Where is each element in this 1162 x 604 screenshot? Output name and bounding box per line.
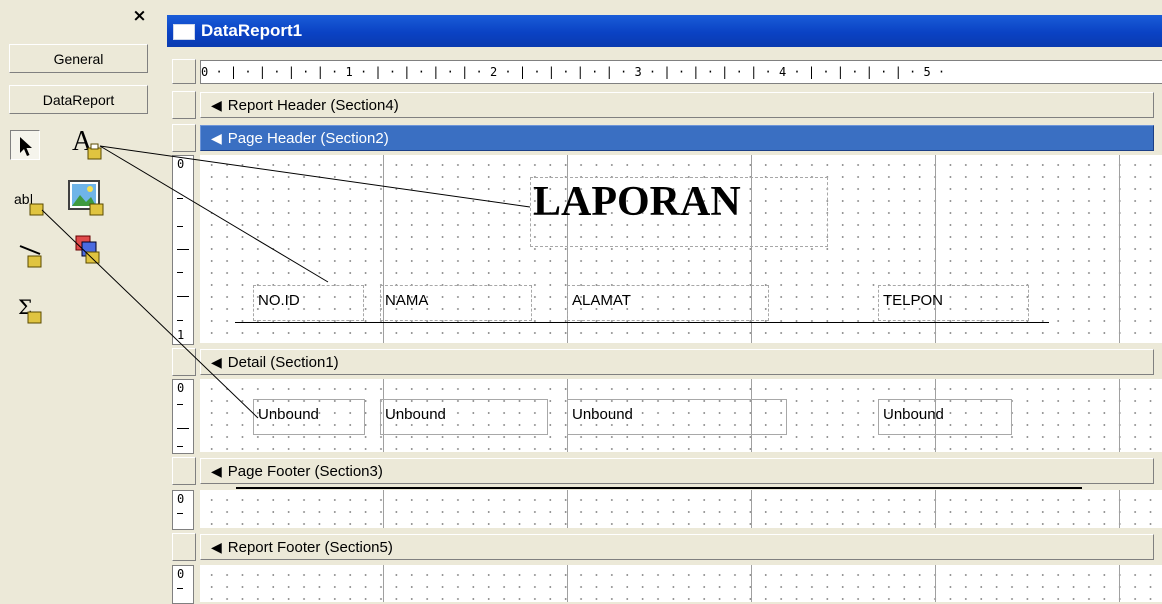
tab-datareport[interactable]: DataReport (9, 85, 148, 114)
detail-body[interactable]: Unbound Unbound Unbound Unbound (200, 379, 1162, 452)
section-arrow-icon: ◀ (211, 130, 222, 146)
datareport-designer: DataReport1 0 · | · | · | · | · 1 · | · … (162, 0, 1162, 604)
report-footer-body[interactable] (200, 565, 1162, 602)
section-arrow-icon: ◀ (211, 97, 222, 113)
section-handle[interactable] (172, 348, 196, 376)
window-title: DataReport1 (201, 21, 303, 40)
section-arrow-icon: ◀ (211, 463, 222, 479)
section-title: Page Header (Section2) (227, 130, 389, 147)
detail-field-telpon[interactable]: Unbound (878, 399, 1012, 435)
report-title-label[interactable]: LAPORAN (530, 177, 828, 247)
column-label-alamat[interactable]: ALAMAT (567, 285, 769, 321)
column-label-text: ALAMAT (572, 292, 631, 309)
section-bar-page-footer[interactable]: ◀ Page Footer (Section3) (200, 458, 1154, 484)
column-label-telpon[interactable]: TELPON (878, 285, 1029, 321)
ruler-corner (172, 59, 196, 84)
section-bar-page-header[interactable]: ◀ Page Header (Section2) (200, 125, 1154, 151)
vertical-ruler-page-footer: 0 (172, 490, 194, 530)
detail-field-alamat[interactable]: Unbound (567, 399, 787, 435)
vruler-zero: 0 (177, 492, 185, 506)
section-title: Report Footer (Section5) (227, 539, 393, 556)
vruler-one: 1 (177, 328, 185, 342)
header-underline[interactable] (235, 322, 1049, 323)
section-report-footer: ◀ Report Footer (Section5) (172, 533, 1162, 561)
section-handle[interactable] (172, 124, 196, 152)
detail-field-nama[interactable]: Unbound (380, 399, 548, 435)
field-text: Unbound (385, 406, 446, 423)
image-tool-icon[interactable] (66, 178, 110, 218)
section-report-header: ◀ Report Header (Section4) (172, 91, 1162, 119)
datareport-window-icon (173, 24, 195, 40)
column-label-nama[interactable]: NAMA (380, 285, 532, 321)
field-text: Unbound (883, 406, 944, 423)
close-icon[interactable]: × (131, 8, 148, 25)
detail-field-noid[interactable]: Unbound (253, 399, 365, 435)
shape-tool-icon[interactable] (70, 232, 112, 274)
vruler-zero: 0 (177, 381, 185, 395)
line-tool-icon[interactable] (18, 236, 58, 276)
section-title: Report Header (Section4) (227, 97, 399, 114)
vertical-ruler-detail: 0 (172, 379, 194, 454)
section-detail: ◀ Detail (Section1) (172, 348, 1162, 376)
window-titlebar[interactable]: DataReport1 (167, 15, 1162, 47)
field-text: Unbound (572, 406, 633, 423)
field-text: Unbound (258, 406, 319, 423)
section-bar-report-footer[interactable]: ◀ Report Footer (Section5) (200, 534, 1154, 560)
textbox-tool-icon[interactable]: ab| (14, 186, 58, 222)
section-handle[interactable] (172, 91, 196, 119)
section-arrow-icon: ◀ (211, 539, 222, 555)
tab-general[interactable]: General (9, 44, 148, 73)
column-label-text: NAMA (385, 292, 429, 309)
column-label-text: TELPON (883, 292, 944, 309)
section-page-header: ◀ Page Header (Section2) (172, 124, 1162, 152)
section-arrow-icon: ◀ (211, 354, 222, 370)
page-header-body[interactable]: LAPORAN NO.ID NAMA ALAMAT TELPON (200, 155, 1162, 343)
footer-line[interactable] (236, 487, 1082, 489)
page-footer-body[interactable] (200, 490, 1162, 528)
report-title-text: LAPORAN (533, 179, 741, 225)
pointer-icon[interactable] (10, 130, 40, 160)
column-label-text: NO.ID (258, 292, 300, 309)
section-title: Page Footer (Section3) (227, 463, 383, 480)
section-bar-report-header[interactable]: ◀ Report Header (Section4) (200, 92, 1154, 118)
vruler-zero: 0 (177, 567, 185, 581)
vruler-zero: 0 (177, 157, 185, 171)
section-bar-detail[interactable]: ◀ Detail (Section1) (200, 349, 1154, 375)
section-handle[interactable] (172, 457, 196, 485)
function-tool-icon[interactable]: Σ (16, 292, 56, 332)
toolbox-panel: × General DataReport A ab| Σ (0, 0, 163, 602)
column-label-noid[interactable]: NO.ID (253, 285, 364, 321)
vertical-ruler-page-header: 0 1 (172, 155, 194, 345)
vertical-ruler-report-footer: 0 (172, 565, 194, 604)
horizontal-ruler: 0 · | · | · | · | · 1 · | · | · | · | · … (200, 60, 1162, 84)
section-page-footer: ◀ Page Footer (Section3) (172, 457, 1162, 485)
section-title: Detail (Section1) (227, 354, 339, 371)
label-tool-icon[interactable]: A (68, 124, 110, 166)
section-handle[interactable] (172, 533, 196, 561)
